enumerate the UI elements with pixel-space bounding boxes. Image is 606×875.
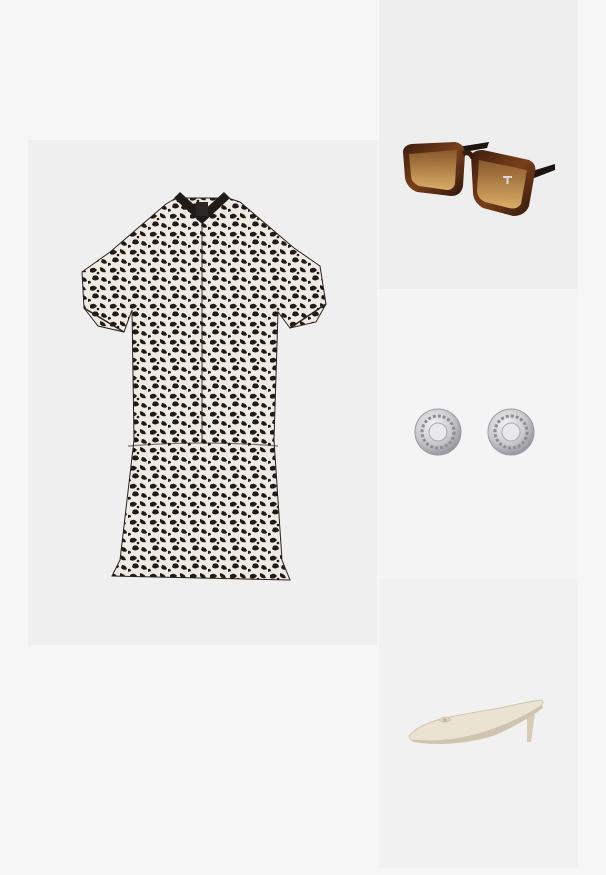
earring-left [414, 408, 462, 456]
shoes-image [408, 699, 544, 744]
earring-right [487, 408, 535, 456]
earrings-image [414, 408, 535, 456]
dress-image [81, 192, 327, 581]
sunglasses-image [403, 142, 555, 216]
dress-product-tile[interactable] [28, 140, 377, 645]
earrings-product-tile[interactable] [379, 290, 578, 577]
shoes-product-tile[interactable] [379, 578, 578, 868]
sunglasses-product-tile[interactable] [379, 0, 578, 289]
